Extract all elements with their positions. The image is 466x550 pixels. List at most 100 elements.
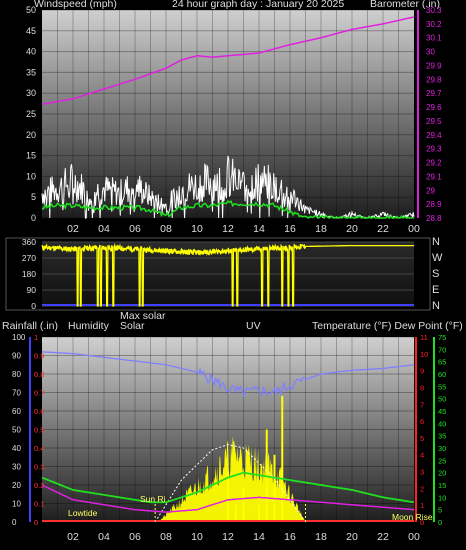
rain-y-tick: 0.8 bbox=[34, 370, 44, 379]
solar-x-tick: 18 bbox=[315, 531, 327, 543]
moonrise-label: Moon Rise bbox=[392, 512, 433, 522]
barometer-y-tick: 29 bbox=[426, 186, 435, 195]
chart-frames bbox=[5, 10, 431, 522]
barometer-y-tick: 29.1 bbox=[426, 172, 442, 181]
weather-graph-page: Windspeed (mph) 24 hour graph day : Janu… bbox=[0, 0, 466, 550]
wind-x-tick: 08 bbox=[160, 223, 172, 235]
uv-y-tick: 10 bbox=[420, 350, 428, 359]
sunrise-label: Sun Ri bbox=[140, 494, 166, 504]
wind-x-tick: 04 bbox=[98, 223, 110, 235]
humidity-y-tick: 10 bbox=[12, 500, 21, 509]
solar-x-tick: 12 bbox=[222, 531, 234, 543]
temperature-y-tick: 75 bbox=[438, 333, 446, 342]
humidity-y-tick: 90 bbox=[12, 352, 21, 361]
temperature-y-tick: 50 bbox=[438, 395, 446, 404]
solar-x-tick: 22 bbox=[377, 531, 389, 543]
rain-y-tick: 0 bbox=[34, 518, 38, 527]
solar-x-tick: 04 bbox=[98, 531, 110, 543]
barometer-y-tick: 29.4 bbox=[426, 131, 442, 140]
temperature-y-tick: 10 bbox=[438, 493, 446, 502]
direction-y-tick: 180 bbox=[22, 269, 36, 279]
humidity-y-tick: 80 bbox=[12, 370, 21, 379]
uv-y-tick: 8 bbox=[420, 383, 424, 392]
wind-x-tick: 20 bbox=[346, 223, 358, 235]
direction-y-tick: 360 bbox=[22, 237, 36, 247]
solar-x-tick: 06 bbox=[129, 531, 141, 543]
wind-x-tick: 10 bbox=[191, 223, 203, 235]
wind-y-tick: 10 bbox=[26, 171, 36, 181]
wind-x-tick: 00 bbox=[408, 223, 420, 235]
wind-y-tick: 20 bbox=[26, 130, 36, 140]
humidity-y-tick: 40 bbox=[12, 444, 21, 453]
wind-x-tick: 18 bbox=[315, 223, 327, 235]
temperature-y-tick: 55 bbox=[438, 382, 446, 391]
uv-y-tick: 2 bbox=[420, 484, 424, 493]
direction-y-tick: 90 bbox=[27, 285, 37, 295]
solar-x-tick: 08 bbox=[160, 531, 172, 543]
uv-y-tick: 3 bbox=[420, 468, 424, 477]
barometer-y-tick: 29.5 bbox=[426, 117, 442, 126]
humidity-y-tick: 20 bbox=[12, 481, 21, 490]
uv-y-tick: 9 bbox=[420, 367, 424, 376]
wind-y-tick: 45 bbox=[26, 26, 36, 36]
rain-y-tick: 0.9 bbox=[34, 352, 44, 361]
temperature-y-tick: 20 bbox=[438, 469, 446, 478]
temperature-y-tick: 45 bbox=[438, 407, 446, 416]
temperature-y-tick: 30 bbox=[438, 444, 446, 453]
wind-x-tick: 12 bbox=[222, 223, 234, 235]
wind-y-tick: 40 bbox=[26, 47, 36, 57]
temperature-y-tick: 5 bbox=[438, 506, 442, 515]
lowtide-label: Lowtide bbox=[68, 508, 98, 518]
rain-y-tick: 0.3 bbox=[34, 463, 44, 472]
barometer-y-tick: 30.1 bbox=[426, 34, 442, 43]
solar-x-tick: 14 bbox=[253, 531, 265, 543]
barometer-y-tick: 29.3 bbox=[426, 145, 442, 154]
temperature-y-tick: 25 bbox=[438, 456, 446, 465]
barometer-y-tick: 28.9 bbox=[426, 200, 442, 209]
wind-y-tick: 25 bbox=[26, 109, 36, 119]
solar-x-tick: 00 bbox=[408, 531, 420, 543]
uv-y-tick: 7 bbox=[420, 400, 424, 409]
wind-x-tick: 22 bbox=[377, 223, 389, 235]
wind-y-tick: 30 bbox=[26, 88, 36, 98]
humidity-y-tick: 70 bbox=[12, 389, 21, 398]
humidity-y-tick: 50 bbox=[12, 426, 21, 435]
weather-charts: 0510152025303540455028.828.92929.129.229… bbox=[5, 5, 446, 543]
barometer-y-tick: 29.8 bbox=[426, 75, 442, 84]
wind-x-tick: 02 bbox=[67, 223, 79, 235]
rain-y-tick: 0.1 bbox=[34, 500, 44, 509]
temperature-y-tick: 0 bbox=[438, 518, 442, 527]
temperature-y-tick: 35 bbox=[438, 432, 446, 441]
wind-x-tick: 14 bbox=[253, 223, 265, 235]
rain-y-tick: 0.7 bbox=[34, 389, 44, 398]
wind-y-tick: 50 bbox=[26, 5, 36, 15]
rain-y-tick: 0.2 bbox=[34, 481, 44, 490]
rain-y-tick: 0.6 bbox=[34, 407, 44, 416]
wind-y-tick: 15 bbox=[26, 151, 36, 161]
wind-x-tick: 06 bbox=[129, 223, 141, 235]
temperature-y-tick: 60 bbox=[438, 370, 446, 379]
direction-y-tick: 270 bbox=[22, 253, 36, 263]
barometer-y-tick: 29.9 bbox=[426, 61, 442, 70]
barometer-y-tick: 28.8 bbox=[426, 214, 442, 223]
rain-y-tick: 1 bbox=[34, 333, 38, 342]
wind-y-tick: 5 bbox=[31, 192, 36, 202]
humidity-y-tick: 0 bbox=[12, 518, 17, 527]
humidity-y-tick: 100 bbox=[12, 333, 26, 342]
solar-x-tick: 02 bbox=[67, 531, 79, 543]
temperature-y-tick: 40 bbox=[438, 419, 446, 428]
barometer-y-tick: 29.2 bbox=[426, 159, 442, 168]
barometer-y-tick: 29.6 bbox=[426, 103, 442, 112]
solar-x-tick: 16 bbox=[284, 531, 296, 543]
wind-y-tick: 0 bbox=[31, 213, 36, 223]
solar-x-tick: 10 bbox=[191, 531, 203, 543]
barometer-y-tick: 29.7 bbox=[426, 89, 442, 98]
solar-x-tick: 20 bbox=[346, 531, 358, 543]
direction-y-tick: 0 bbox=[31, 301, 36, 311]
uv-y-tick: 11 bbox=[420, 333, 428, 342]
temperature-y-tick: 65 bbox=[438, 358, 446, 367]
rain-y-tick: 0.4 bbox=[34, 444, 44, 453]
uv-y-tick: 1 bbox=[420, 501, 424, 510]
barometer-y-tick: 30.3 bbox=[426, 6, 442, 15]
barometer-y-tick: 30 bbox=[426, 48, 435, 57]
